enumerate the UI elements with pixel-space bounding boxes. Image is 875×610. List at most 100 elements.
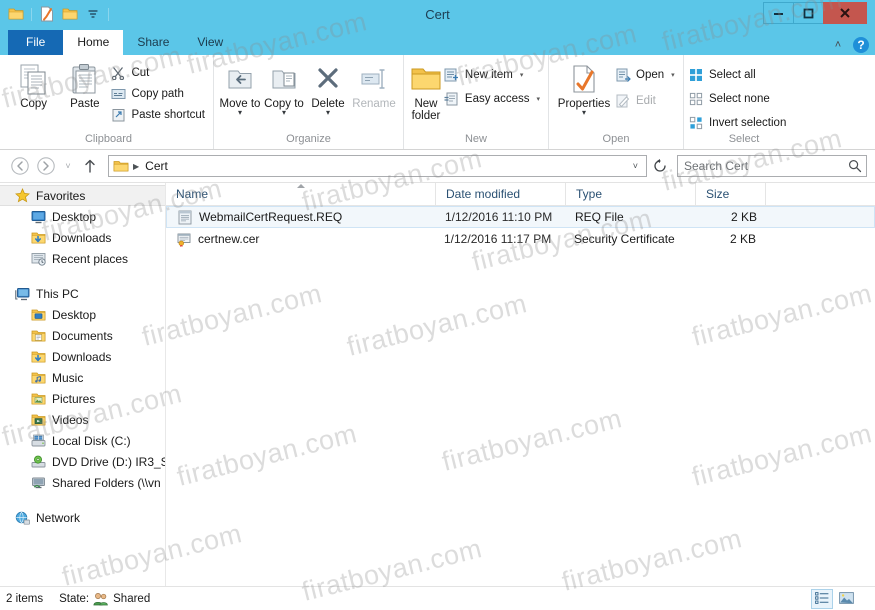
sidebar-item-recent-places[interactable]: Recent places [0,248,165,269]
forward-button[interactable] [34,154,58,178]
sidebar-label-pictures: Pictures [52,391,96,406]
paste-shortcut-button[interactable]: Paste shortcut [110,106,209,124]
search-box[interactable]: Search Cert [677,155,867,177]
sidebar-item-this-pc[interactable]: This PC [0,283,165,304]
navigation-pane[interactable]: Favorites Desktop Downloads Recent place… [0,183,166,586]
breadcrumb-cert[interactable]: Cert [143,159,170,173]
file-name-cell: WebmailCertRequest.REQ [167,209,437,225]
ribbon-group-clipboard: Copy Paste Cut Copy path Paste shortcut … [4,55,214,149]
select-all-button[interactable]: Select all [688,66,790,84]
search-icon[interactable] [848,159,862,173]
sidebar-label-documents: Documents [52,328,113,343]
file-size-cell: 2 KB [730,210,757,224]
desktop-folder-icon [30,307,46,323]
window-title: Cert [425,7,450,22]
sidebar-label-this-pc: This PC [36,286,79,301]
collapse-ribbon-icon[interactable]: ˄ [831,39,845,51]
ribbon-right-controls: ˄ ? [831,37,869,53]
sidebar-item-shared-folders[interactable]: Shared Folders (\\vn [0,472,165,493]
new-item-button[interactable]: New item ▾ [444,66,544,84]
select-none-button[interactable]: Select none [688,90,790,108]
large-icons-view-button[interactable] [835,589,857,609]
new-folder-button[interactable]: New folder [408,60,444,122]
paste-button[interactable]: Paste [59,60,110,110]
details-view-button[interactable] [811,589,833,609]
delete-caret-icon[interactable]: ▾ [326,109,330,117]
column-header-date-modified[interactable]: Date modified [436,183,566,205]
delete-button[interactable]: Delete ▾ [306,60,350,117]
move-to-button[interactable]: Move to ▾ [218,60,262,117]
table-row[interactable]: certnew.cer 1/12/2016 11:17 PM Security … [166,228,875,250]
tab-share[interactable]: Share [123,30,183,55]
rename-button[interactable]: Rename [350,60,398,110]
file-name: certnew.cer [198,232,260,246]
downloads-icon [30,349,46,365]
tab-view[interactable]: View [183,30,237,55]
sidebar-item-pc-desktop[interactable]: Desktop [0,304,165,325]
breadcrumb-separator-icon[interactable]: ▶ [132,162,140,171]
recent-locations-button[interactable]: ˅ [60,154,76,178]
copy-to-button[interactable]: Copy to ▾ [262,60,306,117]
sidebar-item-pictures[interactable]: Pictures [0,388,165,409]
sidebar-item-dvd-drive[interactable]: DVD Drive (D:) IR3_S [0,451,165,472]
sidebar-item-local-disk-c[interactable]: Local Disk (C:) [0,430,165,451]
sidebar-item-favorites-desktop[interactable]: Desktop [0,206,165,227]
table-row[interactable]: WebmailCertRequest.REQ 1/12/2016 11:10 P… [166,206,875,228]
properties-button[interactable]: Properties ▾ [553,60,615,117]
state-label: State: [59,592,90,605]
open-caret-icon[interactable]: ▾ [671,71,675,79]
edit-icon [615,93,631,109]
easy-access-caret-icon[interactable]: ▾ [536,95,540,103]
sidebar-item-music[interactable]: Music [0,367,165,388]
sidebar-item-favorites-downloads[interactable]: Downloads [0,227,165,248]
sidebar-item-network[interactable]: Network [0,507,165,528]
cut-button[interactable]: Cut [110,64,209,82]
sidebar-label-downloads: Downloads [52,230,112,245]
refresh-button[interactable] [649,155,671,177]
column-header-size[interactable]: Size [696,183,766,205]
address-field[interactable]: ▶ Cert ˅ [108,155,647,177]
search-input[interactable]: Search Cert [684,159,848,173]
sidebar-label-pc-downloads: Downloads [52,349,112,364]
tab-home[interactable]: Home [63,30,124,55]
sidebar-label-dvd-drive: DVD Drive (D:) IR3_S [52,454,166,469]
tab-file[interactable]: File [8,30,64,55]
new-item-caret-icon[interactable]: ▾ [520,71,524,79]
maximize-button[interactable] [793,2,823,24]
edit-button[interactable]: Edit [615,92,679,110]
copy-path-button[interactable]: Copy path [110,85,209,103]
copy-to-caret-icon[interactable]: ▾ [282,109,286,117]
select-group-label: Select [728,133,760,145]
column-header-type[interactable]: Type [566,183,696,205]
sidebar-item-favorites[interactable]: Favorites [0,185,165,206]
address-dropdown-icon[interactable]: ˅ [629,161,642,171]
open-small-buttons: Open ▾ Edit [615,60,679,110]
file-size-cell: 2 KB [729,232,756,246]
documents-icon [30,328,46,344]
move-to-caret-icon[interactable]: ▾ [238,109,242,117]
help-icon[interactable]: ? [853,37,869,53]
window-controls [763,2,867,24]
copy-button[interactable]: Copy [8,60,59,110]
easy-access-button[interactable]: Easy access ▾ [444,90,544,108]
ribbon-group-new: New folder New item ▾ Easy access ▾ New [404,55,549,149]
sidebar-item-videos[interactable]: Videos [0,409,165,430]
open-button[interactable]: Open ▾ [615,66,679,84]
select-all-icon [688,67,704,83]
file-list-pane: Name Date modified Type Size WebmailCert… [166,183,875,586]
column-header-name[interactable]: Name [166,183,436,205]
sidebar-item-pc-downloads[interactable]: Downloads [0,346,165,367]
details-view-icon [815,591,829,607]
sidebar-item-documents[interactable]: Documents [0,325,165,346]
copy-path-icon [110,86,126,102]
recent-places-icon [30,251,46,267]
new-folder-icon [410,63,442,95]
minimize-button[interactable] [763,2,793,24]
open-label: Open [636,69,665,81]
properties-caret-icon[interactable]: ▾ [582,109,586,117]
up-button[interactable] [78,154,102,178]
invert-selection-button[interactable]: Invert selection [688,114,790,132]
close-button[interactable] [823,2,867,24]
select-none-icon [688,91,704,107]
back-button[interactable] [8,154,32,178]
